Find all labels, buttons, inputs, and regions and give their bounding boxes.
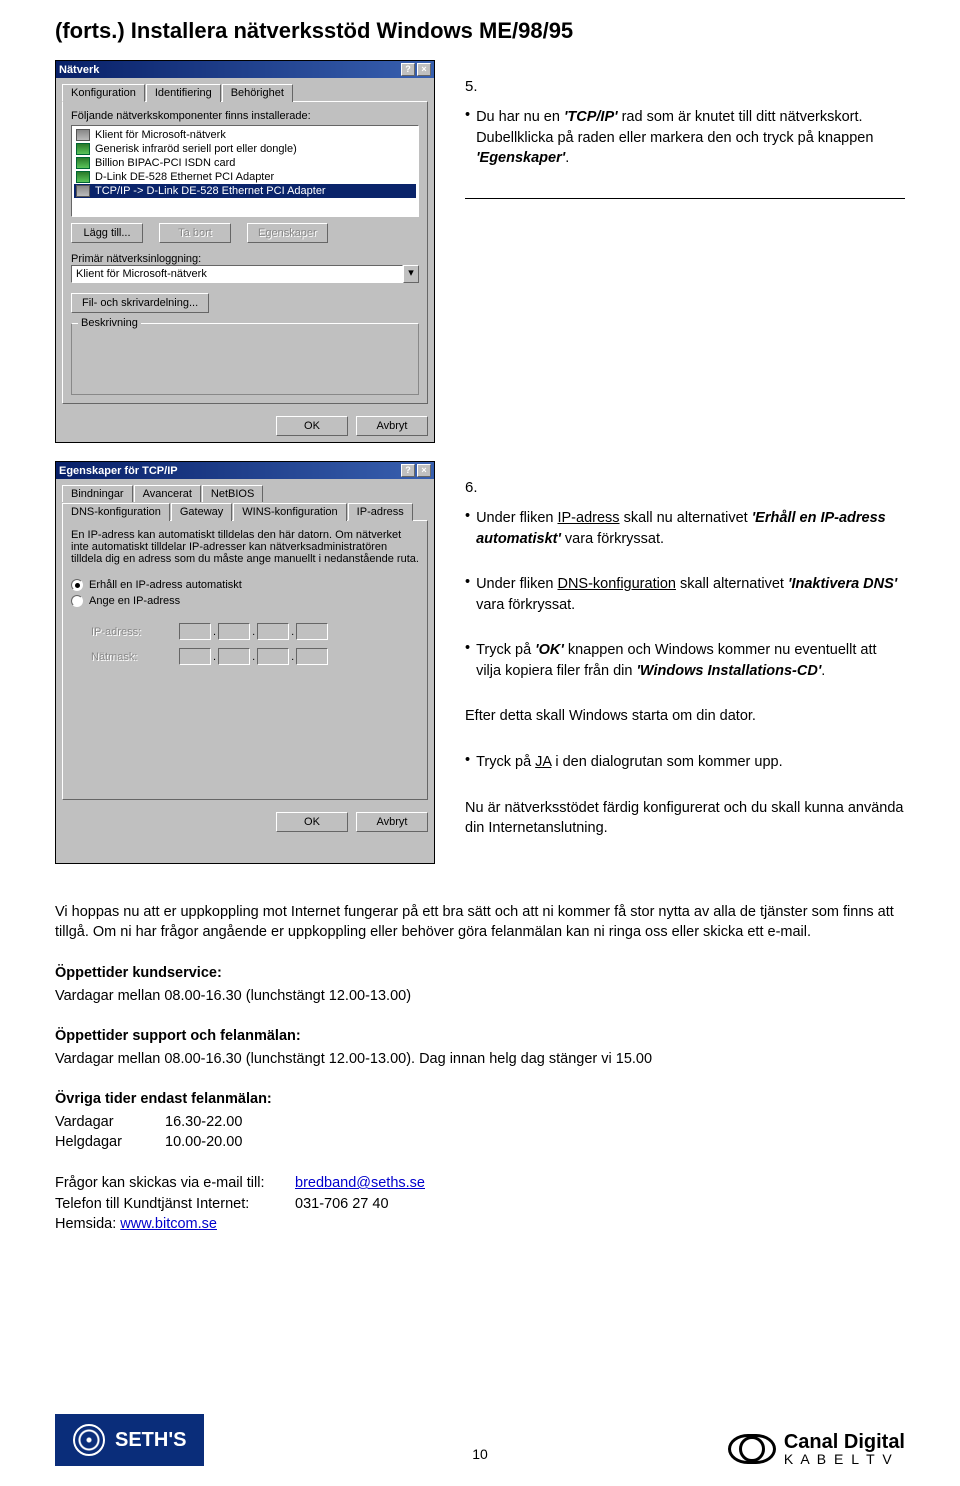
step-6-bullet-3: Tryck på 'OK' knappen och Windows kommer… [476,640,905,681]
client-icon [76,129,90,141]
seths-text: SETH'S [115,1429,186,1452]
site-link[interactable]: www.bitcom.se [120,1216,217,1232]
intro-paragraph: Vi hoppas nu att er uppkoppling mot Inte… [55,902,905,943]
dialog2-titlebar: Egenskaper för TCP/IP ? × [56,462,434,479]
radio-auto-ip-label: Erhåll en IP-adress automatiskt [89,579,242,591]
step-6-bullet-2: Under fliken DNS-konfiguration skall alt… [476,574,905,615]
tcpip-dialog: Egenskaper för TCP/IP ? × Bindningar Ava… [55,461,435,864]
dialog1-title: Nätverk [59,64,99,76]
support-line: Vardagar mellan 08.00-16.30 (lunchstängt… [55,1049,905,1070]
tab-avancerat[interactable]: Avancerat [134,485,201,502]
canal-eye-icon [728,1434,776,1464]
page-title: (forts.) Installera nätverksstöd Windows… [55,18,905,44]
components-list[interactable]: Klient för Microsoft-nätverk Generisk in… [71,125,419,217]
properties-button[interactable]: Egenskaper [247,223,328,243]
radio-manual-ip-label: Ange en IP-adress [89,595,180,607]
vardagar-time: 16.30-22.00 [165,1112,242,1133]
description-label: Beskrivning [78,317,141,329]
email-label: Frågor kan skickas via e-mail till: [55,1173,295,1194]
ovriga-heading: Övriga tider endast felanmälan: [55,1089,905,1110]
protocol-icon [76,185,90,197]
remove-button[interactable]: Ta bort [159,223,231,243]
dropdown-arrow-icon[interactable]: ▾ [403,265,419,283]
tab-dns[interactable]: DNS-konfiguration [62,503,170,521]
tab-ip-adress[interactable]: IP-adress [348,503,413,521]
help-titlebar-button[interactable]: ? [401,464,415,477]
site-label: Hemsida: [55,1216,116,1232]
tab-bindningar[interactable]: Bindningar [62,485,133,502]
radio-manual-ip[interactable] [71,595,83,607]
step-5-number: 5. [465,78,905,95]
adapter-icon [76,143,90,155]
network-dialog: Nätverk ? × Konfiguration Identifiering … [55,60,435,443]
adapter-icon [76,157,90,169]
components-label: Följande nätverkskomponenter finns insta… [71,110,419,122]
tab-konfiguration[interactable]: Konfiguration [62,84,145,102]
seths-logo: SETH'S [55,1414,204,1466]
kundservice-line: Vardagar mellan 08.00-16.30 (lunchstängt… [55,986,905,1007]
step-6-bullet-5: Tryck på JA i den dialogrutan som kommer… [476,752,783,773]
close-titlebar-button[interactable]: × [417,464,431,477]
step-5-text: Du har nu en 'TCP/IP' rad som är knutet … [465,107,905,194]
help-titlebar-button[interactable]: ? [401,63,415,76]
primary-login-select[interactable]: Klient för Microsoft-nätverk [71,265,403,283]
list-item[interactable]: Klient för Microsoft-nätverk [95,129,226,141]
phone-number: 031-706 27 40 [295,1194,389,1215]
tab-wins[interactable]: WINS-konfiguration [233,503,346,521]
netmask-field: ... [179,648,328,665]
seths-emblem-icon [73,1424,105,1456]
helgdagar-time: 10.00-20.00 [165,1132,242,1153]
kabel-tv-text: K A B E L T V [784,1452,905,1466]
canal-digital-text: Canal Digital [784,1432,905,1452]
tab-identifiering[interactable]: Identifiering [146,84,221,102]
primary-login-label: Primär nätverksinloggning: [71,253,419,265]
canal-digital-logo: Canal Digital K A B E L T V [728,1432,905,1466]
tab-behorighet[interactable]: Behörighet [222,84,293,102]
file-print-sharing-button[interactable]: Fil- och skrivardelning... [71,293,209,313]
tab-netbios[interactable]: NetBIOS [202,485,263,502]
phone-label: Telefon till Kundtjänst Internet: [55,1194,295,1215]
step-6-text-6: Nu är nätverksstödet färdig konfigurerat… [465,798,905,839]
dialog1-titlebar: Nätverk ? × [56,61,434,78]
tab-gateway[interactable]: Gateway [171,503,232,521]
list-item[interactable]: Billion BIPAC-PCI ISDN card [95,157,235,169]
ip-address-label: IP-adress: [91,626,161,638]
support-heading: Öppettider support och felanmälan: [55,1026,905,1047]
adapter-icon [76,171,90,183]
vardagar-label: Vardagar [55,1112,165,1133]
ok-button[interactable]: OK [276,812,348,832]
step-6-bullet-1: Under fliken IP-adress skall nu alternat… [476,508,905,549]
cancel-button[interactable]: Avbryt [356,416,428,436]
radio-auto-ip[interactable] [71,579,83,591]
close-titlebar-button[interactable]: × [417,63,431,76]
add-button[interactable]: Lägg till... [71,223,143,243]
step-6-number: 6. [465,479,905,496]
ok-button[interactable]: OK [276,416,348,436]
helgdagar-label: Helgdagar [55,1132,165,1153]
list-item[interactable]: TCP/IP -> D-Link DE-528 Ethernet PCI Ada… [95,185,326,197]
netmask-label: Nätmask: [91,651,161,663]
tcpip-description: En IP-adress kan automatiskt tilldelas d… [71,529,419,565]
kundservice-heading: Öppettider kundservice: [55,963,905,984]
step-6-text-4: Efter detta skall Windows starta om din … [465,706,905,727]
divider [465,198,905,199]
dialog2-title: Egenskaper för TCP/IP [59,465,178,477]
list-item[interactable]: D-Link DE-528 Ethernet PCI Adapter [95,171,274,183]
email-link[interactable]: bredband@seths.se [295,1173,425,1194]
ip-address-field: ... [179,623,328,640]
list-item[interactable]: Generisk infraröd seriell port eller don… [95,143,297,155]
cancel-button[interactable]: Avbryt [356,812,428,832]
